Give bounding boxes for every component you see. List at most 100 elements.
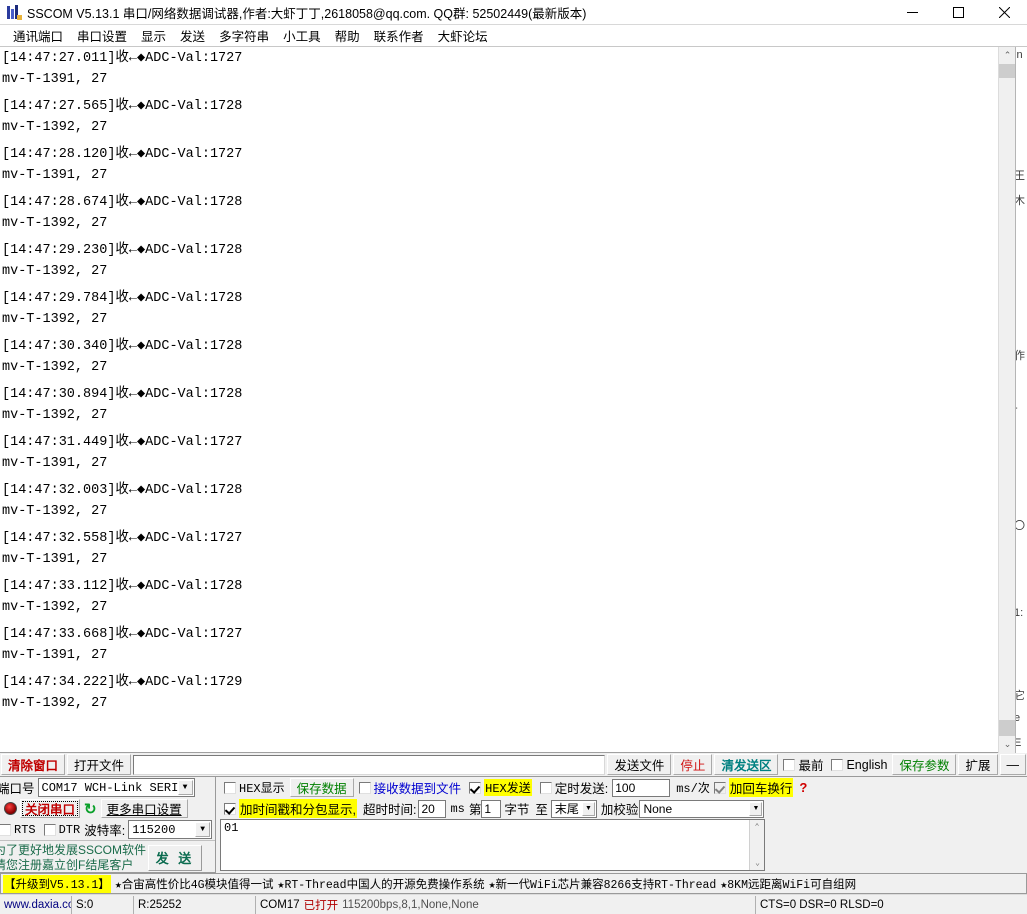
menu-item-multi-string[interactable]: 多字符串 [212, 24, 276, 47]
collapse-button[interactable]: — [999, 754, 1026, 775]
receive-log-entry: [14:47:28.120]收←◆ADC-Val:1727 mv-T-1391, … [2, 145, 982, 186]
checksum-select[interactable]: None ▼ [639, 799, 765, 818]
receive-entry-line-2: mv-T-1392, 27 [2, 311, 108, 327]
save-params-button[interactable]: 保存参数 [892, 754, 957, 775]
receive-entry-line-2: mv-T-1391, 27 [2, 551, 108, 567]
chevron-down-icon[interactable]: ▼ [177, 780, 193, 795]
hex-send-checkbox-box[interactable] [469, 781, 482, 794]
receive-entry-line-1: [14:47:33.668]收←◆ADC-Val:1727 [2, 627, 243, 642]
background-window-text: in [1016, 49, 1023, 61]
promo-item-1[interactable]: ★合宙高性价比4G模块值得一试 [115, 876, 274, 892]
refresh-ports-icon[interactable]: ↻ [84, 800, 97, 818]
hex-send-checkbox[interactable]: HEX发送 [469, 779, 532, 796]
receive-entry-line-2: mv-T-1392, 27 [2, 263, 108, 279]
timed-send-checkbox-box[interactable] [539, 781, 552, 794]
english-checkbox[interactable]: English [831, 758, 887, 772]
scrollbar-thumb-upper[interactable] [999, 64, 1016, 78]
timestamp-checkbox[interactable]: 加时间戳和分包显示, [224, 799, 357, 818]
extend-button[interactable]: 扩展 [958, 754, 998, 775]
english-checkbox-box[interactable] [831, 758, 844, 771]
send-button[interactable]: 发 送 [148, 844, 202, 871]
promo-item-4[interactable]: ★8KM远距离WiFi可自组网 [720, 876, 856, 892]
send-scroll-up-icon[interactable]: ⌃ [750, 820, 764, 834]
menu-item-tools[interactable]: 小工具 [276, 24, 328, 47]
dtr-checkbox-box[interactable] [43, 823, 56, 836]
status-website[interactable]: www.daxia.com [0, 895, 72, 914]
clear-window-button[interactable]: 清除窗口 [1, 754, 66, 775]
rts-checkbox[interactable]: RTS [0, 823, 36, 837]
close-button[interactable] [981, 0, 1027, 25]
open-file-button[interactable]: 打开文件 [67, 754, 132, 775]
timeout-unit-label: ms [450, 801, 465, 816]
save-data-button[interactable]: 保存数据 [289, 778, 354, 797]
receive-data-area[interactable]: [14:47:27.011]收←◆ADC-Val:1727 mv-T-1391, … [0, 47, 1015, 753]
timed-send-checkbox[interactable]: 定时发送: [539, 778, 608, 797]
baud-rate-select[interactable]: 115200 ▼ [128, 820, 213, 839]
receive-log-entry: [14:47:28.674]收←◆ADC-Val:1728 mv-T-1392, … [2, 193, 982, 234]
scrollbar-track[interactable] [999, 64, 1016, 736]
scrollbar-thumb-lower[interactable] [999, 720, 1016, 736]
hex-display-checkbox-box[interactable] [224, 781, 236, 794]
receive-entry-line-1: [14:47:27.011]收←◆ADC-Val:1727 [2, 51, 243, 66]
hex-display-checkbox[interactable]: HEX显示 [224, 779, 285, 796]
stop-button[interactable]: 停止 [673, 754, 713, 775]
scroll-up-arrow-icon[interactable]: ⌃ [999, 47, 1016, 64]
menu-item-send[interactable]: 发送 [173, 24, 212, 47]
maximize-button[interactable] [935, 0, 981, 25]
menu-item-display[interactable]: 显示 [134, 24, 173, 47]
recv-to-file-checkbox[interactable]: 接收数据到文件 [358, 778, 461, 797]
receive-entry-line-1: [14:47:30.340]收←◆ADC-Val:1728 [2, 339, 243, 354]
send-input-scrollbar[interactable]: ⌃ ⌄ [749, 820, 764, 870]
topmost-checkbox-box[interactable] [783, 758, 796, 771]
promo-item-3[interactable]: ★新一代WiFi芯片兼容8266支持RT-Thread [489, 876, 717, 892]
byte-index-input[interactable]: 1 [481, 799, 502, 818]
timestamp-checkbox-box[interactable] [224, 802, 236, 815]
port-row: 端口号 COM17 WCH-Link SERIAL ▼ [0, 777, 215, 798]
receive-entry-line-2: mv-T-1391, 27 [2, 455, 108, 471]
help-icon[interactable]: ? [799, 780, 807, 795]
to-select-value: 末尾 [554, 802, 579, 816]
add-crlf-checkbox[interactable]: 加回车换行 [713, 778, 794, 797]
to-select[interactable]: 末尾 ▼ [550, 799, 597, 818]
connection-status-led-icon [4, 802, 17, 815]
dtr-checkbox[interactable]: DTR [43, 823, 80, 837]
more-serial-settings-button[interactable]: 更多串口设置 [100, 799, 188, 818]
chevron-down-icon[interactable]: ▼ [195, 822, 211, 837]
app-icon [6, 4, 22, 20]
file-path-input[interactable] [133, 754, 606, 775]
close-port-button[interactable]: 关闭串口 [20, 799, 81, 818]
send-scroll-down-icon[interactable]: ⌄ [750, 856, 764, 870]
menu-item-forum[interactable]: 大虾论坛 [431, 24, 495, 47]
chevron-down-icon[interactable]: ▼ [749, 801, 763, 816]
chevron-down-icon[interactable]: ▼ [581, 801, 595, 816]
timeout-input[interactable]: 20 [418, 799, 447, 818]
window-controls [889, 0, 1027, 25]
receive-log-entry: [14:47:30.340]收←◆ADC-Val:1728 mv-T-1392, … [2, 337, 982, 378]
version-upgrade-badge[interactable]: 【升级到V5.13.1】 [3, 874, 111, 893]
send-data-value: 01 [224, 821, 239, 835]
receive-entry-line-2: mv-T-1391, 27 [2, 167, 108, 183]
menu-item-contact-author[interactable]: 联系作者 [367, 24, 431, 47]
receive-entry-line-2: mv-T-1392, 27 [2, 359, 108, 375]
timed-send-interval-input[interactable]: 100 [612, 778, 671, 797]
background-window-text: 木 [1015, 195, 1025, 207]
port-select[interactable]: COM17 WCH-Link SERIAL ▼ [37, 778, 195, 797]
promo-line-1: 为了更好地发展SSCOM软件 [0, 842, 146, 857]
send-file-button[interactable]: 发送文件 [607, 754, 672, 775]
rts-checkbox-box[interactable] [0, 823, 11, 836]
status-received-count: R:25252 [134, 895, 256, 914]
minimize-button[interactable] [889, 0, 935, 25]
background-window-text: e [1016, 712, 1020, 724]
promo-item-2[interactable]: ★RT-Thread中国人的开源免费操作系统 [278, 876, 485, 892]
add-crlf-checkbox-box[interactable] [713, 781, 726, 794]
topmost-checkbox[interactable]: 最前 [783, 755, 823, 774]
scroll-down-arrow-icon[interactable]: ⌄ [999, 736, 1016, 753]
menu-item-serial-settings[interactable]: 串口设置 [70, 24, 134, 47]
recv-to-file-checkbox-box[interactable] [358, 781, 371, 794]
hex-display-label: HEX显示 [239, 782, 285, 796]
receive-area-scrollbar[interactable]: ⌃ ⌄ [998, 47, 1016, 753]
clear-send-area-button[interactable]: 清发送区 [714, 754, 779, 775]
menu-item-comm-port[interactable]: 通讯端口 [6, 24, 70, 47]
send-data-input[interactable]: 01 ⌃ ⌄ [220, 819, 765, 871]
menu-item-help[interactable]: 帮助 [328, 24, 367, 47]
